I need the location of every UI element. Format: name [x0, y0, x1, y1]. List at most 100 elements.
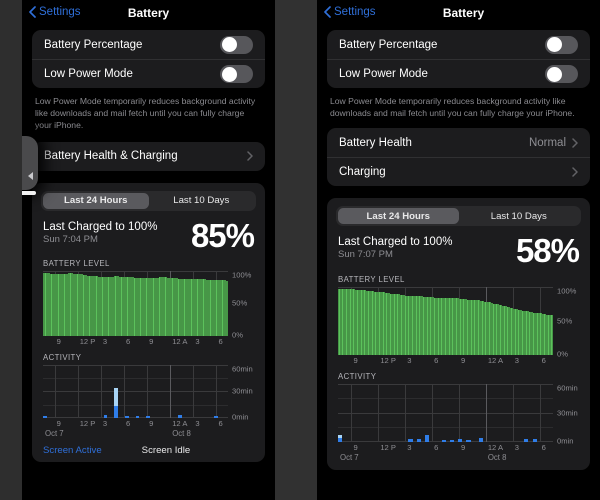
left-settings-card: Battery Percentage Low Power Mode [32, 30, 265, 88]
battery-percentage-row[interactable]: Battery Percentage [32, 30, 265, 59]
segment-last-24-hours[interactable]: Last 24 Hours [338, 208, 459, 225]
screen-active-segment [114, 406, 118, 418]
right-battery-level-label: BATTERY LEVEL [338, 274, 405, 284]
page-title: Battery [442, 6, 485, 20]
charging-row[interactable]: Charging [327, 157, 590, 186]
right-battery-level-chart-wrap: 100% 50% 0% [338, 286, 579, 358]
low-power-mode-row[interactable]: Low Power Mode [327, 59, 590, 88]
left-timeframe-segmented-control[interactable]: Last 24 Hours Last 10 Days [41, 190, 256, 211]
right-activity-chart[interactable]: 60min 30min 0min [338, 383, 579, 445]
day-label: Oct 8 [172, 428, 191, 438]
low-power-mode-toggle[interactable] [220, 65, 253, 83]
x-tick-label: 6 [218, 418, 223, 428]
left-battery-level-bars [43, 271, 229, 336]
left-phone-panel: Settings Battery Battery Percentage Low … [22, 0, 275, 500]
low-power-mode-toggle[interactable] [545, 65, 578, 83]
left-gutter [0, 0, 22, 500]
bar-fill [551, 315, 553, 355]
last-charged-title: Last Charged to 100% [338, 236, 453, 249]
right-usage-card: Last 24 Hours Last 10 Days Last Charged … [327, 198, 590, 470]
right-battery-level-chart[interactable]: 100% 50% 0% [338, 286, 579, 358]
left-activity-legend: Screen Active Screen Idle [32, 440, 265, 456]
left-activity-dayaxis: Oct 7 Oct 8 [43, 429, 254, 440]
x-tick-label: 3 [195, 336, 200, 346]
battery-percentage-toggle[interactable] [220, 35, 253, 54]
right-health-card: Battery Health Normal Charging [327, 128, 590, 187]
toggle-knob [546, 66, 562, 82]
right-activity-plot-area: 60min 30min 0min [338, 383, 578, 445]
left-battery-level-xaxis: 9 12 P 3 6 9 12 A 3 6 [43, 336, 254, 347]
x-tick-label: 6 [218, 336, 223, 346]
right-settings-card: Battery Percentage Low Power Mode [327, 30, 590, 88]
y-tick-label: 30min [232, 386, 253, 396]
right-timeframe-segmented-control[interactable]: Last 24 Hours Last 10 Days [336, 206, 581, 227]
left-activity-xaxis: 9 12 P 3 6 9 12 A 3 6 [43, 418, 254, 429]
right-navbar: Settings Battery [317, 0, 600, 30]
chevron-right-icon [572, 167, 578, 178]
day-label: Oct 7 [45, 428, 64, 438]
x-tick-label: 3 [195, 418, 200, 428]
right-activity-chart-wrap: 60min 30min 0min [338, 383, 579, 445]
x-tick-label: 9 [353, 355, 358, 365]
row-label: Battery Percentage [44, 38, 143, 51]
low-power-mode-row[interactable]: Low Power Mode [32, 59, 265, 88]
left-battery-level-label: BATTERY LEVEL [43, 258, 110, 268]
last-charged-title: Last Charged to 100% [43, 220, 158, 233]
right-battery-level-xaxis: 9 12 P 3 6 9 12 A 3 6 [338, 355, 579, 366]
left-battery-level-chart[interactable]: 100% 50% 0% [43, 270, 254, 339]
activity-bar [338, 435, 343, 442]
bar-fill [227, 280, 229, 336]
left-last-charged-block: Last Charged to 100% Sun 7:04 PM 85% [32, 218, 265, 253]
x-tick-label: 3 [407, 442, 412, 452]
x-tick-label: 3 [102, 336, 108, 346]
battery-level-bar [551, 315, 553, 355]
activity-bar [424, 434, 430, 442]
edge-swipe-back-affordance[interactable] [22, 136, 38, 195]
y-tick-label: 30min [557, 408, 578, 418]
chevron-right-icon [572, 138, 578, 148]
right-last-charged-block: Last Charged to 100% Sun 7:07 PM 58% [327, 232, 590, 270]
toggle-knob [221, 66, 237, 82]
screenshot-stage: Settings Battery Battery Percentage Low … [0, 0, 600, 500]
x-tick-label: 9 [460, 442, 466, 452]
left-activity-bars [43, 365, 228, 418]
battery-health-row[interactable]: Battery Health Normal [327, 128, 590, 157]
left-activity-chart[interactable]: 60min 30min 0min [43, 364, 254, 421]
activity-bar [114, 387, 118, 418]
x-tick-label: 9 [56, 336, 61, 346]
row-label: Battery Health & Charging [44, 150, 178, 163]
left-activity-label: ACTIVITY [43, 352, 82, 362]
row-label: Low Power Mode [44, 68, 133, 80]
segment-last-10-days[interactable]: Last 10 Days [149, 193, 255, 209]
battery-percentage-row[interactable]: Battery Percentage [327, 30, 590, 59]
row-label: Battery Health [339, 136, 412, 149]
last-charged-time: Sun 7:07 PM [338, 249, 393, 261]
day-label: Oct 8 [487, 452, 507, 462]
low-power-mode-footnote: Low Power Mode temporarily reduces backg… [330, 96, 575, 119]
last-charged-time: Sun 7:04 PM [43, 233, 98, 245]
battery-percentage-value: 58% [515, 232, 580, 270]
y-tick-label: 50% [232, 298, 248, 308]
page-title: Battery [127, 6, 170, 20]
x-tick-label: 9 [353, 442, 358, 452]
row-accessory [247, 151, 253, 161]
segment-last-24-hours[interactable]: Last 24 Hours [43, 192, 149, 209]
x-tick-label: 12 P [79, 418, 96, 428]
toggle-knob [546, 37, 562, 52]
screen-active-segment [424, 434, 430, 442]
segment-last-10-days[interactable]: Last 10 Days [459, 208, 580, 224]
y-tick-label: 100% [557, 286, 577, 296]
y-tick-label: 100% [232, 270, 252, 280]
x-tick-label: 12 P [79, 336, 96, 346]
x-tick-label: 9 [149, 418, 154, 428]
low-power-mode-footnote: Low Power Mode temporarily reduces backg… [35, 96, 256, 131]
battery-health-and-charging-row[interactable]: Battery Health & Charging [32, 142, 265, 171]
right-battery-level-bars [338, 287, 553, 355]
battery-health-value: Normal [528, 136, 566, 149]
x-tick-label: 12 P [380, 355, 396, 365]
right-battery-level-plot-area: 100% 50% 0% [338, 286, 576, 358]
x-tick-label: 3 [407, 355, 412, 365]
x-tick-label: 12 A [487, 442, 504, 452]
right-activity-xaxis: 9 12 P 3 6 9 12 A 3 6 [338, 442, 579, 453]
battery-percentage-toggle[interactable] [545, 35, 578, 54]
